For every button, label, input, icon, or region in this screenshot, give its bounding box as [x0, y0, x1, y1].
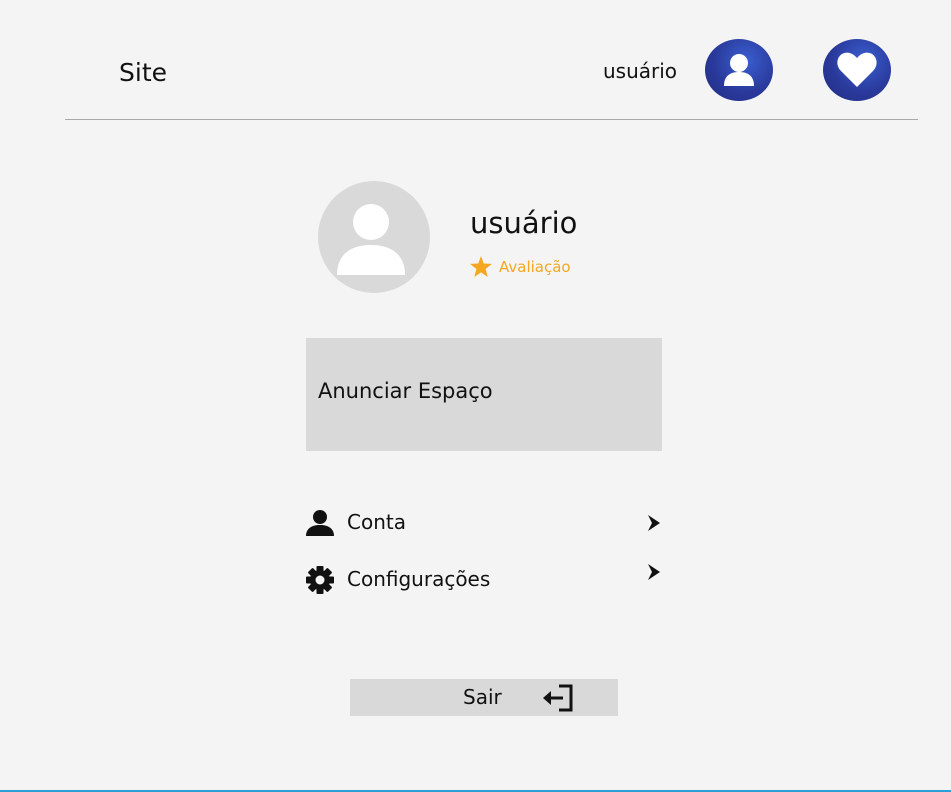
chevron-right-icon [646, 514, 662, 532]
user-icon [337, 204, 405, 275]
profile-avatar [318, 181, 430, 293]
user-icon [304, 509, 336, 537]
heart-icon [837, 52, 877, 87]
header-divider [65, 119, 918, 120]
announce-space-button[interactable]: Anunciar Espaço [306, 338, 662, 451]
menu-item-label: Configurações [347, 567, 491, 591]
site-title[interactable]: Site [119, 58, 167, 87]
profile-name: usuário [470, 206, 578, 240]
chevron-right-icon [646, 563, 662, 581]
logout-button[interactable]: Sair [350, 679, 618, 716]
header-username[interactable]: usuário [603, 59, 677, 83]
favorites-button[interactable] [823, 39, 891, 101]
rating: Avaliação [470, 256, 571, 277]
gear-icon [304, 566, 336, 594]
star-icon [470, 256, 492, 277]
menu-item-account[interactable]: Conta [304, 506, 666, 540]
logout-label: Sair [463, 685, 502, 709]
menu-item-label: Conta [347, 510, 406, 534]
logout-icon [541, 684, 575, 712]
user-profile-button[interactable] [705, 39, 773, 101]
menu-item-settings[interactable]: Configurações [304, 563, 666, 597]
rating-label: Avaliação [499, 257, 571, 276]
user-icon [724, 54, 754, 86]
announce-space-label: Anunciar Espaço [318, 379, 493, 403]
